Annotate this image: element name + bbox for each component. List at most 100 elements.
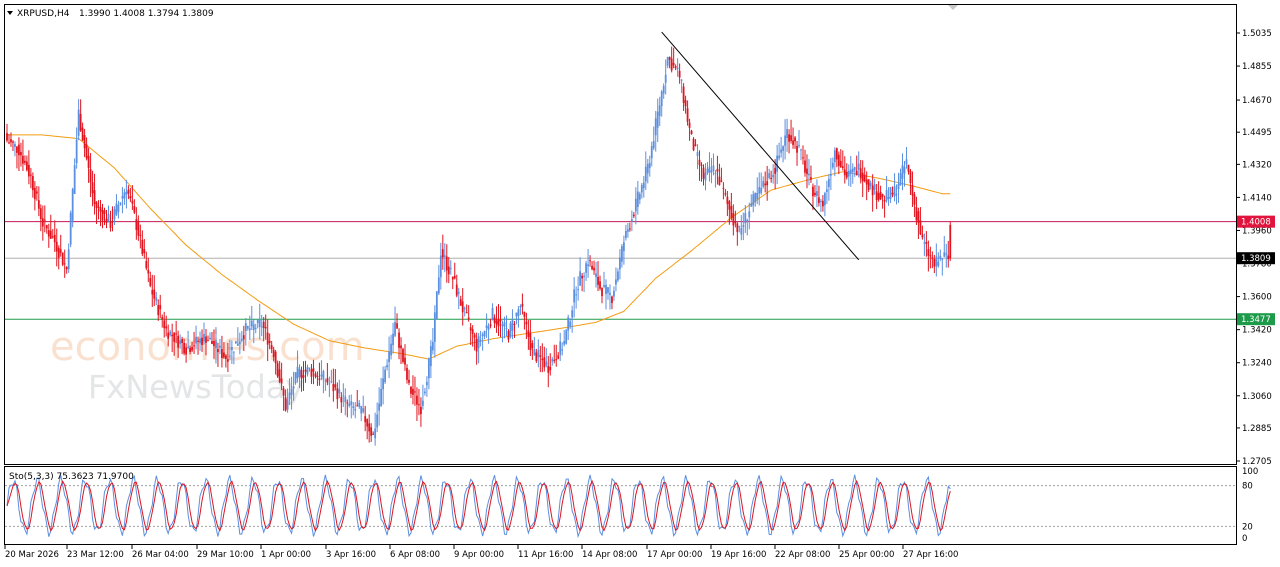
candle-body	[390, 343, 392, 356]
candle-body	[603, 285, 605, 287]
candle-body	[469, 327, 472, 331]
candle-body	[477, 336, 480, 348]
candle-body	[360, 406, 363, 414]
candle-body	[519, 306, 522, 308]
candle-body	[18, 144, 20, 156]
candle-body	[187, 346, 189, 348]
candle-body	[628, 228, 631, 230]
candle-body	[873, 184, 876, 191]
candle-body	[376, 414, 379, 428]
candle-body	[127, 189, 130, 194]
candle-body	[497, 319, 500, 327]
candle-body	[344, 396, 347, 403]
candle-body	[123, 192, 126, 199]
candle-body	[334, 384, 337, 388]
candle-body	[654, 118, 657, 136]
candle-body	[22, 155, 24, 164]
candle-body	[248, 328, 251, 331]
candle-body	[871, 185, 874, 196]
candle-body	[853, 167, 856, 171]
candle-body	[561, 349, 564, 351]
candle-body	[503, 322, 506, 327]
candle-body	[676, 68, 679, 70]
candle-body	[449, 267, 452, 269]
candle-body	[6, 133, 8, 141]
candle-body	[746, 219, 749, 222]
candle-body	[457, 291, 460, 294]
candle-body	[537, 350, 540, 358]
candle-body	[861, 172, 864, 182]
chart-header[interactable]: XRPUSD,H4 1.3990 1.4008 1.3794 1.3809	[7, 9, 214, 19]
time-tick-label: 6 Apr 08:00	[390, 550, 440, 560]
candle-body	[764, 183, 767, 186]
candle-body	[678, 70, 681, 78]
candle-body	[115, 203, 118, 215]
candle-body	[246, 325, 249, 329]
candle-body	[495, 320, 498, 325]
candle-body	[27, 164, 30, 177]
candle-body	[883, 200, 886, 202]
candle-body	[820, 200, 822, 203]
candle-body	[199, 338, 201, 344]
candle-body	[400, 345, 402, 349]
candle-body	[197, 340, 199, 342]
candle-body	[406, 367, 408, 380]
candle-body	[493, 317, 496, 323]
candle-body	[668, 57, 671, 60]
candle-body	[232, 351, 235, 353]
candle-body	[915, 207, 918, 221]
candle-body	[425, 381, 428, 386]
candle-body	[26, 161, 28, 171]
candle-body	[121, 196, 124, 199]
candle-body	[483, 330, 486, 337]
candle-body	[658, 105, 661, 117]
candle-body	[778, 155, 781, 159]
candle-body	[891, 192, 894, 195]
candle-body	[95, 202, 98, 208]
candle-body	[636, 191, 639, 207]
candle-body	[935, 256, 938, 267]
candle-body	[744, 213, 747, 224]
candle-body	[786, 129, 788, 139]
candle-body	[591, 265, 593, 270]
candle-body	[885, 190, 888, 201]
candle-body	[515, 312, 518, 317]
candle-body	[368, 423, 371, 432]
time-tick-label: 25 Apr 00:00	[839, 550, 894, 560]
candle-body	[304, 369, 307, 372]
candle-body	[402, 348, 404, 362]
candle-body	[119, 202, 122, 205]
candle-body	[433, 312, 436, 342]
time-tick-label: 22 Apr 08:00	[775, 550, 830, 560]
candle-body	[396, 323, 398, 329]
candle-body	[89, 169, 92, 183]
candle-body	[623, 242, 625, 252]
candle-body	[81, 127, 84, 141]
candle-body	[290, 389, 293, 395]
candle-body	[336, 388, 339, 400]
candle-body	[439, 255, 442, 278]
candle-body	[943, 252, 946, 257]
candle-body	[242, 335, 245, 340]
candle-body	[161, 317, 164, 320]
candle-body	[889, 187, 892, 199]
candle-body	[680, 79, 683, 81]
candle-body	[244, 323, 247, 331]
candle-body	[825, 189, 828, 192]
candle-body	[666, 57, 669, 66]
candle-body	[320, 374, 323, 377]
candle-body	[509, 323, 512, 337]
candle-body	[945, 253, 948, 255]
candle-body	[278, 369, 281, 382]
candle-body	[792, 140, 794, 145]
stochastic-axis: 100 80 20 0	[1242, 467, 1258, 544]
candle-body	[47, 230, 50, 237]
candle-body	[728, 201, 731, 210]
candle-body	[141, 239, 144, 254]
candle-body	[670, 58, 673, 71]
candle-body	[704, 172, 707, 181]
candle-body	[8, 142, 10, 144]
candle-body	[205, 336, 207, 343]
candle-body	[173, 332, 176, 342]
candle-body	[195, 336, 197, 344]
